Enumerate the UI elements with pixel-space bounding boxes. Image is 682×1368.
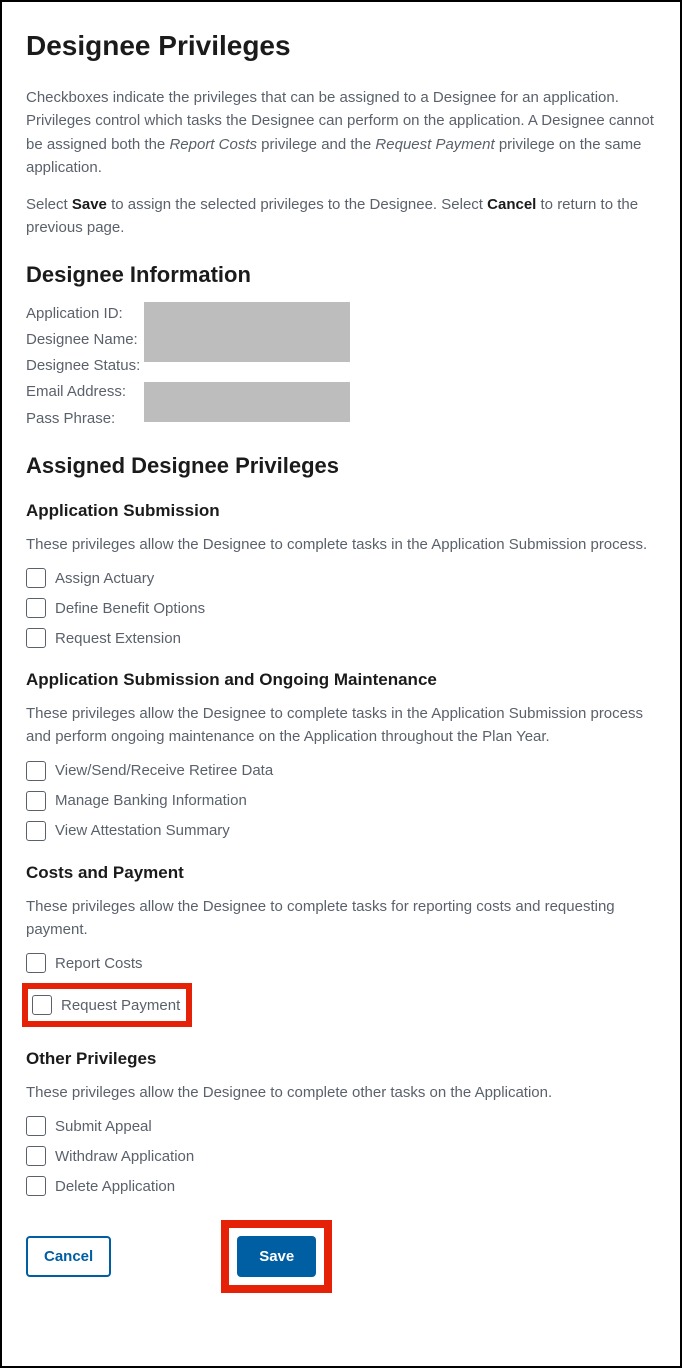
highlight-request-payment: Request Payment xyxy=(22,983,192,1027)
checkbox-row-manage-banking-information[interactable]: Manage Banking Information xyxy=(26,791,656,811)
checkbox-icon[interactable] xyxy=(26,1176,46,1196)
cancel-button[interactable]: Cancel xyxy=(26,1236,111,1277)
section-desc-costs-payment: These privileges allow the Designee to c… xyxy=(26,895,656,942)
section-title-costs-payment: Costs and Payment xyxy=(26,863,656,883)
checkbox-icon[interactable] xyxy=(32,995,52,1015)
checkbox-label: Assign Actuary xyxy=(55,570,154,587)
checkbox-label: Request Extension xyxy=(55,630,181,647)
section-title-app-submission: Application Submission xyxy=(26,501,656,521)
checkbox-row-delete-application[interactable]: Delete Application xyxy=(26,1176,656,1196)
checkbox-icon[interactable] xyxy=(26,598,46,618)
checkbox-label: Report Costs xyxy=(55,955,143,972)
designee-info-heading: Designee Information xyxy=(26,262,656,288)
checkbox-row-assign-actuary[interactable]: Assign Actuary xyxy=(26,568,656,588)
label-designee-name: Designee Name: xyxy=(26,328,144,352)
checkbox-icon[interactable] xyxy=(26,1116,46,1136)
page-title: Designee Privileges xyxy=(26,30,656,62)
redacted-block-1 xyxy=(144,302,350,362)
designee-info-grid: Application ID: Designee Name: Designee … xyxy=(26,302,656,431)
section-desc-app-submission-ongoing: These privileges allow the Designee to c… xyxy=(26,702,656,749)
checkbox-icon[interactable] xyxy=(26,821,46,841)
checkbox-label: Withdraw Application xyxy=(55,1148,194,1165)
checkbox-row-request-payment[interactable]: Request Payment xyxy=(32,995,180,1015)
highlight-save-button: Save xyxy=(221,1220,332,1293)
label-email-address: Email Address: xyxy=(26,380,144,404)
checkbox-icon[interactable] xyxy=(26,628,46,648)
save-button[interactable]: Save xyxy=(237,1236,316,1277)
checkbox-label: Request Payment xyxy=(61,997,180,1014)
redacted-block-2 xyxy=(144,382,350,422)
checkbox-row-define-benefit-options[interactable]: Define Benefit Options xyxy=(26,598,656,618)
checkbox-row-submit-appeal[interactable]: Submit Appeal xyxy=(26,1116,656,1136)
section-title-app-submission-ongoing: Application Submission and Ongoing Maint… xyxy=(26,670,656,690)
label-pass-phrase: Pass Phrase: xyxy=(26,407,144,431)
checkbox-row-view-send-receive-retiree-data[interactable]: View/Send/Receive Retiree Data xyxy=(26,761,656,781)
checkbox-label: Delete Application xyxy=(55,1178,175,1195)
buttons-row: Cancel Save xyxy=(26,1220,656,1293)
checkbox-label: Manage Banking Information xyxy=(55,792,247,809)
label-application-id: Application ID: xyxy=(26,302,144,326)
checkbox-label: Submit Appeal xyxy=(55,1118,152,1135)
checkbox-icon[interactable] xyxy=(26,568,46,588)
checkbox-label: View/Send/Receive Retiree Data xyxy=(55,762,273,779)
section-title-other: Other Privileges xyxy=(26,1049,656,1069)
section-desc-app-submission: These privileges allow the Designee to c… xyxy=(26,533,656,556)
intro-paragraph-1: Checkboxes indicate the privileges that … xyxy=(26,86,656,179)
checkbox-label: View Attestation Summary xyxy=(55,822,230,839)
intro-paragraph-2: Select Save to assign the selected privi… xyxy=(26,193,656,240)
assigned-privileges-heading: Assigned Designee Privileges xyxy=(26,453,656,479)
checkbox-icon[interactable] xyxy=(26,761,46,781)
label-designee-status: Designee Status: xyxy=(26,354,144,378)
checkbox-row-view-attestation-summary[interactable]: View Attestation Summary xyxy=(26,821,656,841)
checkbox-label: Define Benefit Options xyxy=(55,600,205,617)
section-desc-other: These privileges allow the Designee to c… xyxy=(26,1081,656,1104)
checkbox-icon[interactable] xyxy=(26,791,46,811)
checkbox-row-report-costs[interactable]: Report Costs xyxy=(26,953,656,973)
checkbox-row-withdraw-application[interactable]: Withdraw Application xyxy=(26,1146,656,1166)
checkbox-icon[interactable] xyxy=(26,1146,46,1166)
checkbox-icon[interactable] xyxy=(26,953,46,973)
checkbox-row-request-extension[interactable]: Request Extension xyxy=(26,628,656,648)
